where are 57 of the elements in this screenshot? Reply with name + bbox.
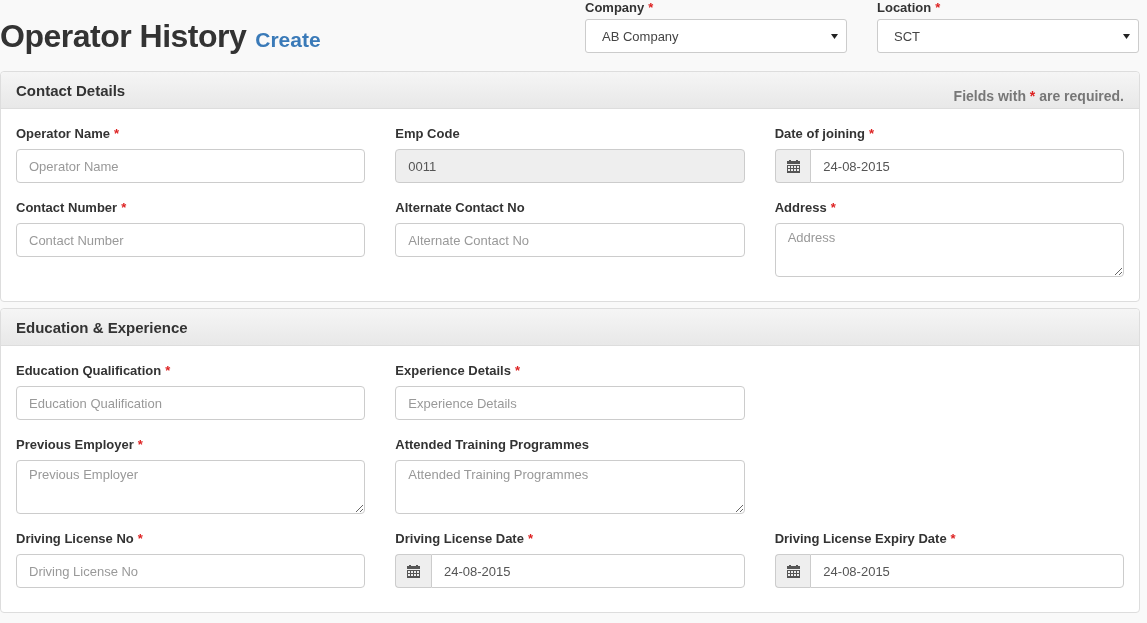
- calendar-addon[interactable]: [395, 554, 431, 588]
- calendar-icon: [786, 159, 800, 173]
- dropdown-value: AB Company: [602, 28, 679, 44]
- text-field[interactable]: Contact Number: [16, 223, 366, 257]
- select-label: Location: [877, 0, 932, 14]
- required-mark: *: [935, 0, 941, 14]
- field-label: Attended Training Programmes: [395, 437, 589, 453]
- field-label: Driving License Date: [395, 531, 524, 547]
- text-field[interactable]: Education Qualification: [16, 386, 366, 420]
- dropdown[interactable]: AB Company: [585, 19, 847, 53]
- calendar-icon: [407, 564, 421, 578]
- date-field[interactable]: 24-08-2015: [810, 554, 1124, 588]
- calendar-icon: [786, 564, 800, 578]
- field-label: Date of joining: [774, 126, 865, 142]
- field-label: Experience Details: [395, 363, 511, 379]
- required-mark: *: [137, 531, 143, 547]
- required-mark: *: [514, 363, 520, 379]
- field-label: Contact Number: [16, 200, 118, 216]
- text-area[interactable]: Previous Employer: [16, 460, 366, 514]
- text-area[interactable]: Attended Training Programmes: [395, 460, 745, 514]
- field-label: Driving License Expiry Date: [774, 531, 947, 547]
- text-field[interactable]: Driving License No: [16, 554, 366, 588]
- dropdown[interactable]: SCT: [877, 19, 1139, 53]
- panel-title: Education & Experience: [16, 318, 188, 336]
- date-field[interactable]: 24-08-2015: [810, 149, 1124, 183]
- required-mark: *: [113, 126, 119, 142]
- caret-icon: [1123, 33, 1130, 39]
- page-subtitle: Create: [255, 28, 321, 52]
- text-field[interactable]: Experience Details: [395, 386, 745, 420]
- required-mark: *: [868, 126, 874, 142]
- panel-title: Contact Details: [16, 81, 126, 99]
- field-label: Alternate Contact No: [395, 200, 525, 216]
- caret-icon: [831, 33, 838, 39]
- text-field[interactable]: Alternate Contact No: [395, 223, 745, 257]
- required-fields-note: Fields with * are required.: [953, 88, 1124, 106]
- dropdown-value: SCT: [894, 28, 920, 44]
- required-mark: *: [121, 200, 127, 216]
- required-mark: *: [527, 531, 533, 547]
- required-mark: *: [165, 363, 171, 379]
- field-label: Education Qualification: [16, 363, 162, 379]
- field-label: Previous Employer: [16, 437, 134, 453]
- required-mark: *: [137, 437, 143, 453]
- page-title: Operator History: [0, 18, 247, 55]
- text-field[interactable]: 0011: [395, 149, 745, 183]
- text-field[interactable]: Operator Name: [16, 149, 366, 183]
- field-label: Driving License No: [16, 531, 134, 547]
- field-label: Address: [774, 200, 827, 216]
- calendar-addon[interactable]: [774, 554, 811, 588]
- field-label: Emp Code: [395, 126, 460, 142]
- required-mark: *: [830, 200, 836, 216]
- required-mark: *: [950, 531, 956, 547]
- calendar-addon[interactable]: [774, 149, 811, 183]
- text-area[interactable]: Address: [774, 223, 1124, 277]
- date-field[interactable]: 24-08-2015: [431, 554, 745, 588]
- select-label: Company: [585, 0, 645, 14]
- field-label: Operator Name: [16, 126, 110, 142]
- required-mark: *: [648, 0, 654, 14]
